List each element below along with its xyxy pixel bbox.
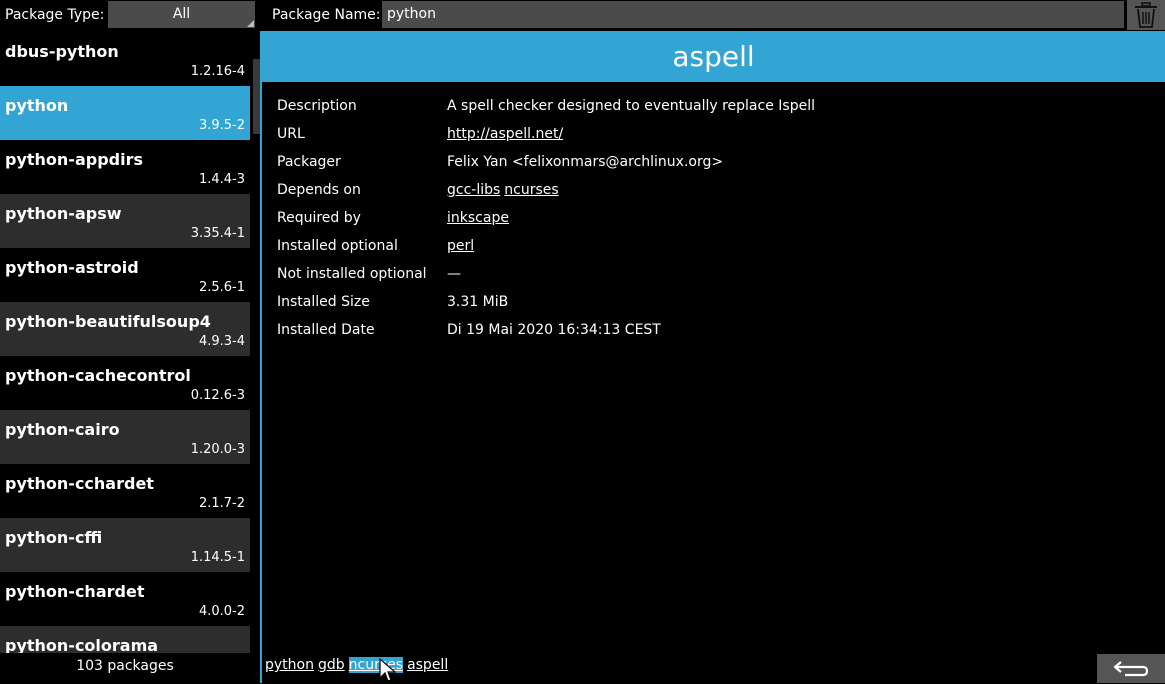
package-list[interactable]: dbus-python 1.2.16-4 python 3.9.5-2 python-a… (0, 32, 250, 653)
package-list-item[interactable]: python-beautifulsoup4 4.9.3-4 (0, 302, 250, 356)
package-name: python-chardet (5, 582, 145, 601)
not-installed-optional-value: — (447, 266, 461, 282)
url-label: URL (277, 126, 305, 142)
installed-size-value: 3.31 MiB (447, 294, 509, 310)
package-version: 1.2.16-4 (190, 64, 245, 79)
detail-row-not-installed-optional: Not installed optional — (277, 263, 1137, 291)
back-arrow-icon (1113, 660, 1149, 676)
package-list-item[interactable]: python-cachecontrol 0.12.6-3 (0, 356, 250, 410)
trash-icon (1135, 2, 1157, 28)
package-version: 2.5.6-1 (198, 280, 245, 295)
toolbar: Package Type: All Package Name: python (0, 0, 1165, 30)
package-version: 4.9.3-4 (198, 334, 245, 349)
detail-row-installed-size: Installed Size 3.31 MiB (277, 291, 1137, 319)
history-link-gdb[interactable]: gdb (318, 657, 345, 673)
package-details: Description A spell checker designed to … (277, 95, 1137, 347)
detail-row-description: Description A spell checker designed to … (277, 95, 1137, 123)
installed-date-label: Installed Date (277, 322, 375, 338)
description-label: Description (277, 98, 357, 114)
package-list-item[interactable]: dbus-python 1.2.16-4 (0, 32, 250, 86)
package-version: 1.20.0-3 (190, 442, 245, 457)
description-value: A spell checker designed to eventually r… (447, 98, 815, 114)
package-version: 1.14.5-1 (190, 550, 245, 565)
panel-divider (260, 31, 262, 683)
package-version: 4.0.0-2 (198, 604, 245, 619)
package-list-item[interactable]: python-astroid 2.5.6-1 (0, 248, 250, 302)
history-breadcrumb: python gdb ncurses aspell (265, 655, 452, 675)
package-name: dbus-python (5, 42, 119, 61)
package-name: python-cairo (5, 420, 120, 439)
detail-row-installed-optional: Installed optional perl (277, 235, 1137, 263)
package-type-label: Package Type: (5, 7, 105, 23)
url-link[interactable]: http://aspell.net/ (447, 126, 563, 142)
installed-optional-link-perl[interactable]: perl (447, 238, 474, 254)
detail-row-packager: Packager Felix Yan <felixonmars@archlinu… (277, 151, 1137, 179)
mouse-cursor-icon (379, 658, 397, 682)
required-by-link-inkscape[interactable]: inkscape (447, 210, 509, 226)
package-version: 2.1.7-2 (198, 496, 245, 511)
packager-label: Packager (277, 154, 341, 170)
detail-row-depends-on: Depends on gcc-libs ncurses (277, 179, 1137, 207)
detail-row-required-by: Required by inkscape (277, 207, 1137, 235)
package-list-item[interactable]: python-chardet 4.0.0-2 (0, 572, 250, 626)
package-version: 0.12.6-3 (190, 388, 245, 403)
package-name: python-colorama (5, 636, 159, 653)
package-name: python-apsw (5, 204, 122, 223)
installed-optional-label: Installed optional (277, 238, 398, 254)
package-name-label: Package Name: (272, 7, 381, 23)
not-installed-optional-label: Not installed optional (277, 266, 427, 282)
package-list-item[interactable]: python-cchardet 2.1.7-2 (0, 464, 250, 518)
package-list-item[interactable]: python-cairo 1.20.0-3 (0, 410, 250, 464)
installed-size-label: Installed Size (277, 294, 370, 310)
package-list-item[interactable]: python-cffi 1.14.5-1 (0, 518, 250, 572)
detail-row-installed-date: Installed Date Di 19 Mai 2020 16:34:13 C… (277, 319, 1137, 347)
package-version: 1.4.4-3 (198, 172, 245, 187)
package-list-item[interactable]: python-colorama (0, 626, 250, 653)
package-name: python-cchardet (5, 474, 154, 493)
history-link-aspell[interactable]: aspell (407, 657, 448, 673)
package-name: python-cachecontrol (5, 366, 191, 385)
package-count: 103 packages (76, 658, 174, 674)
package-name: python-astroid (5, 258, 139, 277)
required-by-label: Required by (277, 210, 361, 226)
scrollbar-thumb[interactable] (253, 59, 260, 134)
depends-link-ncurses[interactable]: ncurses (504, 182, 558, 198)
package-name: python (5, 96, 69, 115)
detail-row-url: URL http://aspell.net/ (277, 123, 1137, 151)
depends-on-label: Depends on (277, 182, 361, 198)
packager-value: Felix Yan <felixonmars@archlinux.org> (447, 154, 724, 170)
clear-button[interactable] (1127, 0, 1165, 30)
package-name: python-beautifulsoup4 (5, 312, 211, 331)
package-name: python-cffi (5, 528, 103, 547)
history-link-python[interactable]: python (265, 657, 314, 673)
package-name-input[interactable]: python (382, 1, 1124, 28)
package-list-panel: dbus-python 1.2.16-4 python 3.9.5-2 python-a… (0, 31, 260, 653)
installed-date-value: Di 19 Mai 2020 16:34:13 CEST (447, 322, 661, 338)
depends-link-gcc-libs[interactable]: gcc-libs (447, 182, 500, 198)
package-title: aspell (262, 31, 1165, 82)
package-version: 3.9.5-2 (198, 118, 245, 133)
package-version: 3.35.4-1 (190, 226, 245, 241)
package-list-item[interactable]: python 3.9.5-2 (0, 86, 250, 140)
package-list-item[interactable]: python-apsw 3.35.4-1 (0, 194, 250, 248)
package-type-dropdown[interactable]: All (108, 1, 255, 28)
back-button[interactable] (1097, 654, 1165, 683)
package-name: python-appdirs (5, 150, 143, 169)
package-list-item[interactable]: python-appdirs 1.4.4-3 (0, 140, 250, 194)
